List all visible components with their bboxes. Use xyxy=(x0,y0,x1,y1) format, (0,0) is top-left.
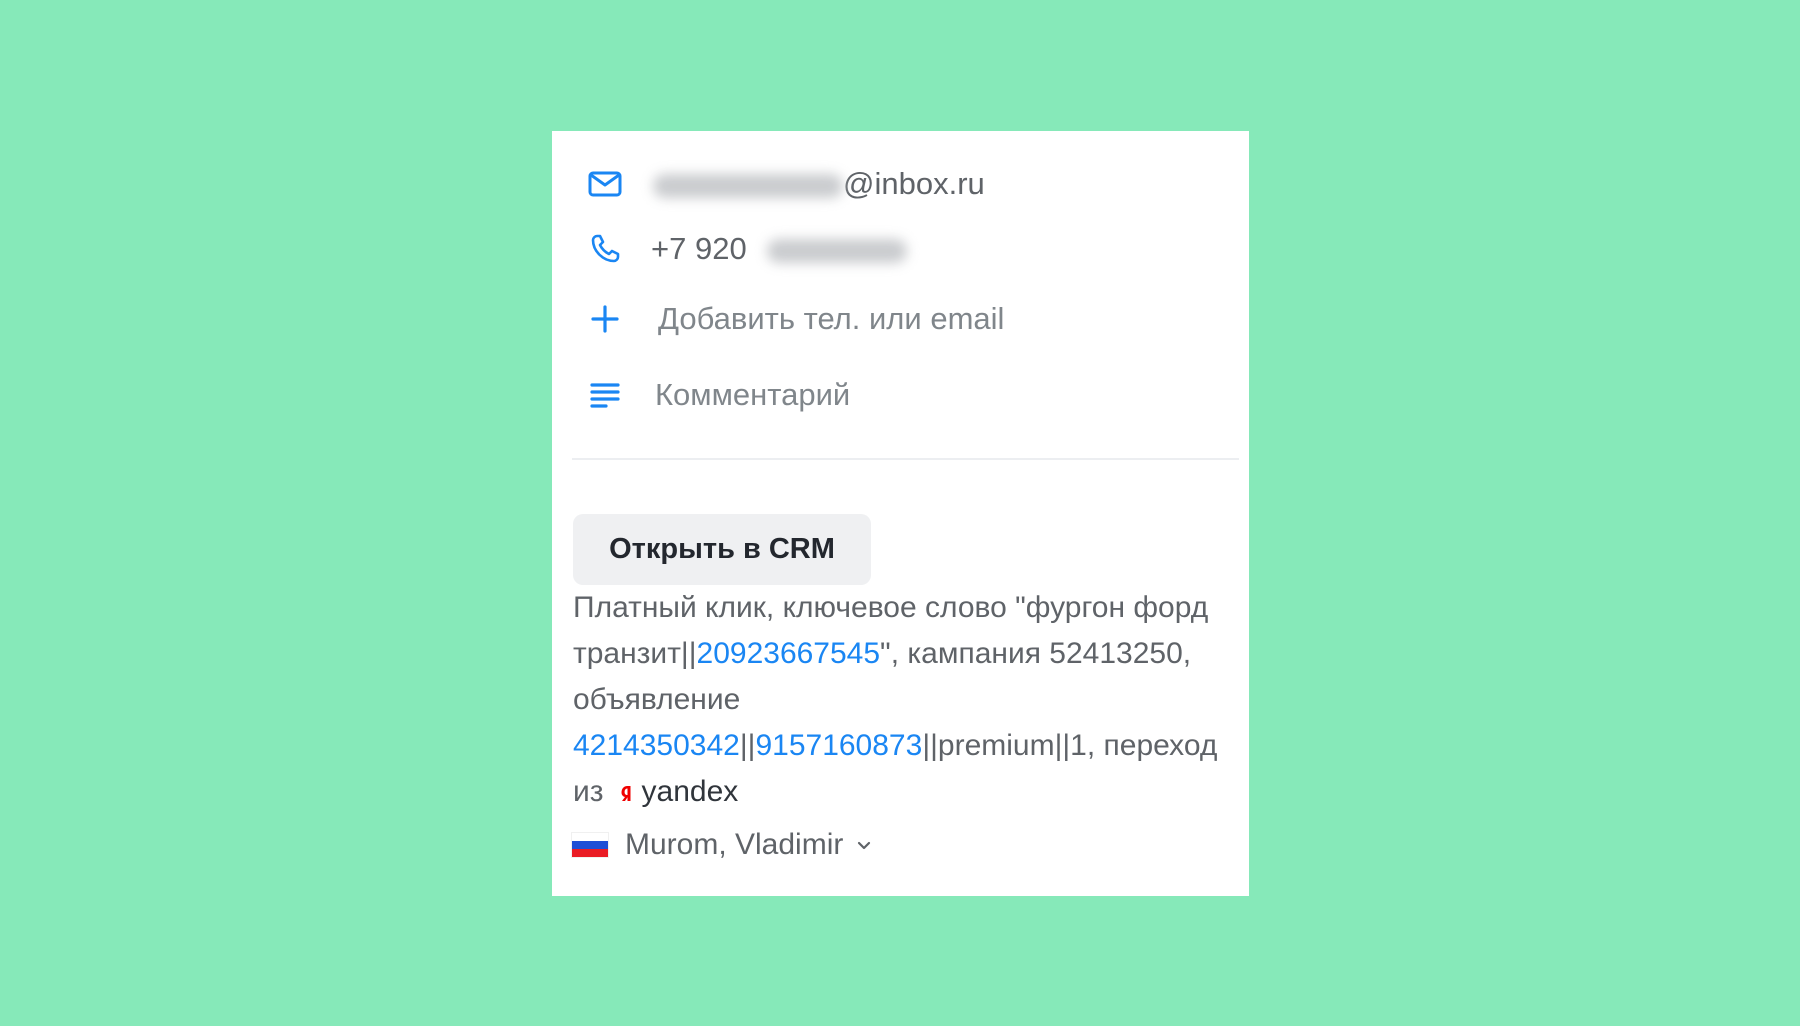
flag-stripe-red xyxy=(572,849,608,857)
email-value[interactable]: @inbox.ru xyxy=(653,158,985,210)
phone-masked xyxy=(767,238,908,263)
phone-row[interactable]: +7 920 xyxy=(552,223,1249,275)
traffic-source-text: Платный клик, ключевое слово "фургон фор… xyxy=(573,585,1243,815)
location-label: Murom, Vladimir xyxy=(625,828,844,861)
open-in-crm-button[interactable]: Открыть в CRM xyxy=(573,514,871,585)
email-row[interactable]: @inbox.ru xyxy=(552,158,1249,210)
phone-value[interactable]: +7 920 xyxy=(651,223,908,275)
plus-icon xyxy=(585,299,625,339)
contact-card: @inbox.ru +7 920 Добавить тел. или email xyxy=(552,131,1249,896)
add-contact-row[interactable]: Добавить тел. или email xyxy=(552,293,1249,345)
chevron-down-icon xyxy=(858,841,871,850)
ad-group-id-link[interactable]: 9157160873 xyxy=(755,729,922,762)
comment-placeholder[interactable]: Комментарий xyxy=(655,369,850,421)
phone-icon xyxy=(585,229,625,269)
yandex-icon xyxy=(620,770,632,801)
russia-flag-icon xyxy=(572,833,608,857)
comment-lines-icon xyxy=(585,375,625,415)
flag-stripe-blue xyxy=(572,841,608,849)
phone-prefix: +7 920 xyxy=(651,231,747,266)
comment-row[interactable]: Комментарий xyxy=(552,369,1249,421)
ad-id-link[interactable]: 4214350342 xyxy=(573,729,740,762)
divider xyxy=(572,458,1239,460)
flag-stripe-white xyxy=(572,833,608,841)
keyword-id-link[interactable]: 20923667545 xyxy=(697,637,881,670)
traffic-engine: yandex xyxy=(641,775,739,808)
email-domain: @inbox.ru xyxy=(843,166,985,201)
email-masked xyxy=(653,173,843,198)
source-text-separator: || xyxy=(739,729,756,762)
add-contact-label[interactable]: Добавить тел. или email xyxy=(658,293,1004,345)
mail-icon xyxy=(585,164,625,204)
location-selector[interactable]: Murom, Vladimir xyxy=(572,823,873,867)
